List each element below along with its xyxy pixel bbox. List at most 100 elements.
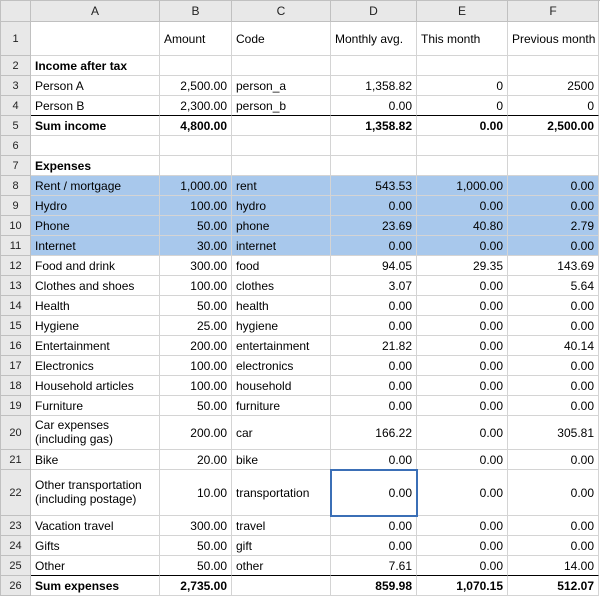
cell-C22[interactable]: transportation [232, 470, 331, 516]
cell-E17[interactable]: 0.00 [417, 356, 508, 376]
cell-F4[interactable]: 0 [508, 96, 599, 116]
cell-D4[interactable]: 0.00 [331, 96, 417, 116]
cell-D15[interactable]: 0.00 [331, 316, 417, 336]
cell-C14[interactable]: health [232, 296, 331, 316]
cell-E2[interactable] [417, 56, 508, 76]
cell-A17[interactable]: Electronics [31, 356, 160, 376]
cell-A25[interactable]: Other [31, 556, 160, 576]
cell-F22[interactable]: 0.00 [508, 470, 599, 516]
cell-D1[interactable]: Monthly avg. [331, 22, 417, 56]
cell-F6[interactable] [508, 136, 599, 156]
cell-A11[interactable]: Internet [31, 236, 160, 256]
cell-C25[interactable]: other [232, 556, 331, 576]
cell-F7[interactable] [508, 156, 599, 176]
cell-B20[interactable]: 200.00 [160, 416, 232, 450]
cell-C24[interactable]: gift [232, 536, 331, 556]
cell-B24[interactable]: 50.00 [160, 536, 232, 556]
cell-C19[interactable]: furniture [232, 396, 331, 416]
corner-header[interactable] [1, 1, 31, 22]
cell-D2[interactable] [331, 56, 417, 76]
cell-E13[interactable]: 0.00 [417, 276, 508, 296]
cell-F16[interactable]: 40.14 [508, 336, 599, 356]
cell-F14[interactable]: 0.00 [508, 296, 599, 316]
cell-D14[interactable]: 0.00 [331, 296, 417, 316]
cell-C9[interactable]: hydro [232, 196, 331, 216]
cell-A7[interactable]: Expenses [31, 156, 160, 176]
cell-D24[interactable]: 0.00 [331, 536, 417, 556]
cell-E26[interactable]: 1,070.15 [417, 576, 508, 596]
cell-F2[interactable] [508, 56, 599, 76]
cell-E25[interactable]: 0.00 [417, 556, 508, 576]
cell-C23[interactable]: travel [232, 516, 331, 536]
row-header-12[interactable]: 12 [1, 256, 31, 276]
row-header-3[interactable]: 3 [1, 76, 31, 96]
cell-E11[interactable]: 0.00 [417, 236, 508, 256]
cell-D12[interactable]: 94.05 [331, 256, 417, 276]
cell-F13[interactable]: 5.64 [508, 276, 599, 296]
cell-D18[interactable]: 0.00 [331, 376, 417, 396]
row-header-25[interactable]: 25 [1, 556, 31, 576]
cell-B12[interactable]: 300.00 [160, 256, 232, 276]
row-header-15[interactable]: 15 [1, 316, 31, 336]
cell-B8[interactable]: 1,000.00 [160, 176, 232, 196]
cell-E1[interactable]: This month [417, 22, 508, 56]
cell-C6[interactable] [232, 136, 331, 156]
cell-A16[interactable]: Entertainment [31, 336, 160, 356]
cell-C13[interactable]: clothes [232, 276, 331, 296]
row-header-20[interactable]: 20 [1, 416, 31, 450]
cell-F26[interactable]: 512.07 [508, 576, 599, 596]
cell-F20[interactable]: 305.81 [508, 416, 599, 450]
col-header-B[interactable]: B [160, 1, 232, 22]
cell-D11[interactable]: 0.00 [331, 236, 417, 256]
cell-B3[interactable]: 2,500.00 [160, 76, 232, 96]
cell-A21[interactable]: Bike [31, 450, 160, 470]
row-header-21[interactable]: 21 [1, 450, 31, 470]
cell-E19[interactable]: 0.00 [417, 396, 508, 416]
cell-A8[interactable]: Rent / mortgage [31, 176, 160, 196]
row-header-1[interactable]: 1 [1, 22, 31, 56]
cell-B17[interactable]: 100.00 [160, 356, 232, 376]
cell-D25[interactable]: 7.61 [331, 556, 417, 576]
cell-F25[interactable]: 14.00 [508, 556, 599, 576]
cell-A10[interactable]: Phone [31, 216, 160, 236]
cell-D21[interactable]: 0.00 [331, 450, 417, 470]
cell-B15[interactable]: 25.00 [160, 316, 232, 336]
cell-B7[interactable] [160, 156, 232, 176]
cell-C20[interactable]: car [232, 416, 331, 450]
cell-F21[interactable]: 0.00 [508, 450, 599, 470]
cell-C2[interactable] [232, 56, 331, 76]
cell-B19[interactable]: 50.00 [160, 396, 232, 416]
row-header-9[interactable]: 9 [1, 196, 31, 216]
cell-A24[interactable]: Gifts [31, 536, 160, 556]
cell-C1[interactable]: Code [232, 22, 331, 56]
cell-E10[interactable]: 40.80 [417, 216, 508, 236]
cell-B9[interactable]: 100.00 [160, 196, 232, 216]
cell-D9[interactable]: 0.00 [331, 196, 417, 216]
col-header-A[interactable]: A [31, 1, 160, 22]
cell-F3[interactable]: 2500 [508, 76, 599, 96]
cell-E24[interactable]: 0.00 [417, 536, 508, 556]
cell-E18[interactable]: 0.00 [417, 376, 508, 396]
row-header-6[interactable]: 6 [1, 136, 31, 156]
cell-E22[interactable]: 0.00 [417, 470, 508, 516]
cell-A23[interactable]: Vacation travel [31, 516, 160, 536]
cell-E12[interactable]: 29.35 [417, 256, 508, 276]
row-header-23[interactable]: 23 [1, 516, 31, 536]
cell-E7[interactable] [417, 156, 508, 176]
cell-E20[interactable]: 0.00 [417, 416, 508, 450]
row-header-4[interactable]: 4 [1, 96, 31, 116]
cell-B16[interactable]: 200.00 [160, 336, 232, 356]
cell-D20[interactable]: 166.22 [331, 416, 417, 450]
cell-A3[interactable]: Person A [31, 76, 160, 96]
cell-D6[interactable] [331, 136, 417, 156]
cell-C18[interactable]: household [232, 376, 331, 396]
cell-E23[interactable]: 0.00 [417, 516, 508, 536]
cell-B4[interactable]: 2,300.00 [160, 96, 232, 116]
col-header-D[interactable]: D [331, 1, 417, 22]
row-header-13[interactable]: 13 [1, 276, 31, 296]
cell-B13[interactable]: 100.00 [160, 276, 232, 296]
cell-C7[interactable] [232, 156, 331, 176]
cell-F8[interactable]: 0.00 [508, 176, 599, 196]
cell-B22[interactable]: 10.00 [160, 470, 232, 516]
cell-D7[interactable] [331, 156, 417, 176]
